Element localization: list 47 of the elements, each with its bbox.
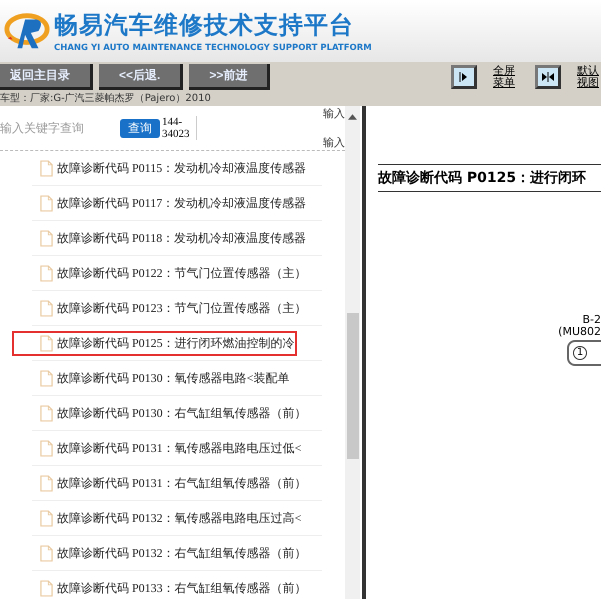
file-icon — [40, 404, 53, 422]
nav-button[interactable]: >>前进 — [189, 64, 270, 90]
scrollbar-thumb[interactable] — [346, 313, 358, 459]
file-icon — [40, 334, 53, 352]
tree-item[interactable]: 故障诊断代码 P0123：节气门位置传感器（主） — [12, 296, 309, 320]
input-label: 输入 — [323, 106, 345, 121]
site-title: 畅易汽车维修技术支持平台 — [54, 10, 355, 41]
file-icon — [40, 194, 53, 212]
vehicle-info: 车型：厂家:G-广汽三菱帕杰罗（Pajero）2010 — [0, 92, 601, 106]
file-icon — [40, 370, 53, 386]
view-label[interactable]: 默认 视图 — [577, 65, 599, 89]
tree-item[interactable]: 故障诊断代码 P0122：节气门位置传感器（主） — [12, 260, 309, 286]
tree-item[interactable]: 故障诊断代码 P0131：氧传感器电路电压过低< — [12, 436, 304, 460]
tree-item[interactable]: 故障诊断代码 P0131：右气缸组氧传感器（前） — [12, 470, 309, 496]
tree-item[interactable]: 故障诊断代码 P0125：进行闭环燃油控制的冷 — [12, 330, 297, 356]
input-label: 输入 — [323, 135, 345, 150]
document-heading: 故障诊断代码 P0125：进行闭环 — [378, 164, 601, 192]
view-button[interactable] — [535, 65, 561, 89]
file-icon — [40, 580, 53, 596]
tree-item[interactable]: 故障诊断代码 P0132：氧传感器电路电压过高< — [12, 506, 304, 530]
file-icon — [40, 544, 53, 562]
nav-button[interactable]: 返回主目录 — [0, 64, 93, 90]
file-icon — [40, 510, 53, 526]
view-label[interactable]: 全屏 菜单 — [493, 65, 515, 89]
tree-item[interactable]: 故障诊断代码 P0132：右气缸组氧传感器（前） — [12, 540, 309, 566]
tree-item[interactable]: 故障诊断代码 P0118：发动机冷却液温度传感器 — [12, 226, 308, 250]
tree-item[interactable]: 故障诊断代码 P0130：氧传感器电路<装配单 — [12, 366, 292, 390]
view-button[interactable] — [451, 65, 477, 89]
nav-button[interactable]: <<后退. — [99, 64, 184, 90]
code-text: 144- 34023 — [162, 116, 196, 140]
file-icon — [40, 474, 53, 492]
scroll-up-icon — [348, 114, 357, 120]
file-icon — [40, 440, 53, 456]
tree-item[interactable]: 故障诊断代码 P0133：右气缸组氧传感器（前） — [12, 576, 309, 599]
site-subtitle: CHANG YI AUTO MAINTENANCE TECHNOLOGY SUPPORT PLATFORM — [54, 43, 372, 53]
file-icon — [40, 160, 53, 176]
search-button[interactable]: 查询 — [120, 118, 160, 138]
tree-item[interactable]: 故障诊断代码 P0115：发动机冷却液温度传感器 — [12, 156, 308, 180]
scrollbar-track[interactable] — [345, 106, 360, 599]
file-icon — [40, 230, 53, 246]
connector-drawing: 1 — [567, 340, 601, 366]
tree-item[interactable]: 故障诊断代码 P0130：右气缸组氧传感器（前） — [12, 400, 309, 426]
connector-label: B-2 (MU802 — [558, 314, 601, 338]
file-icon — [40, 300, 53, 316]
tree-item[interactable]: 故障诊断代码 P0117：发动机冷却液温度传感器 — [12, 190, 308, 216]
split-view-icon — [541, 70, 555, 84]
file-icon — [40, 264, 53, 282]
